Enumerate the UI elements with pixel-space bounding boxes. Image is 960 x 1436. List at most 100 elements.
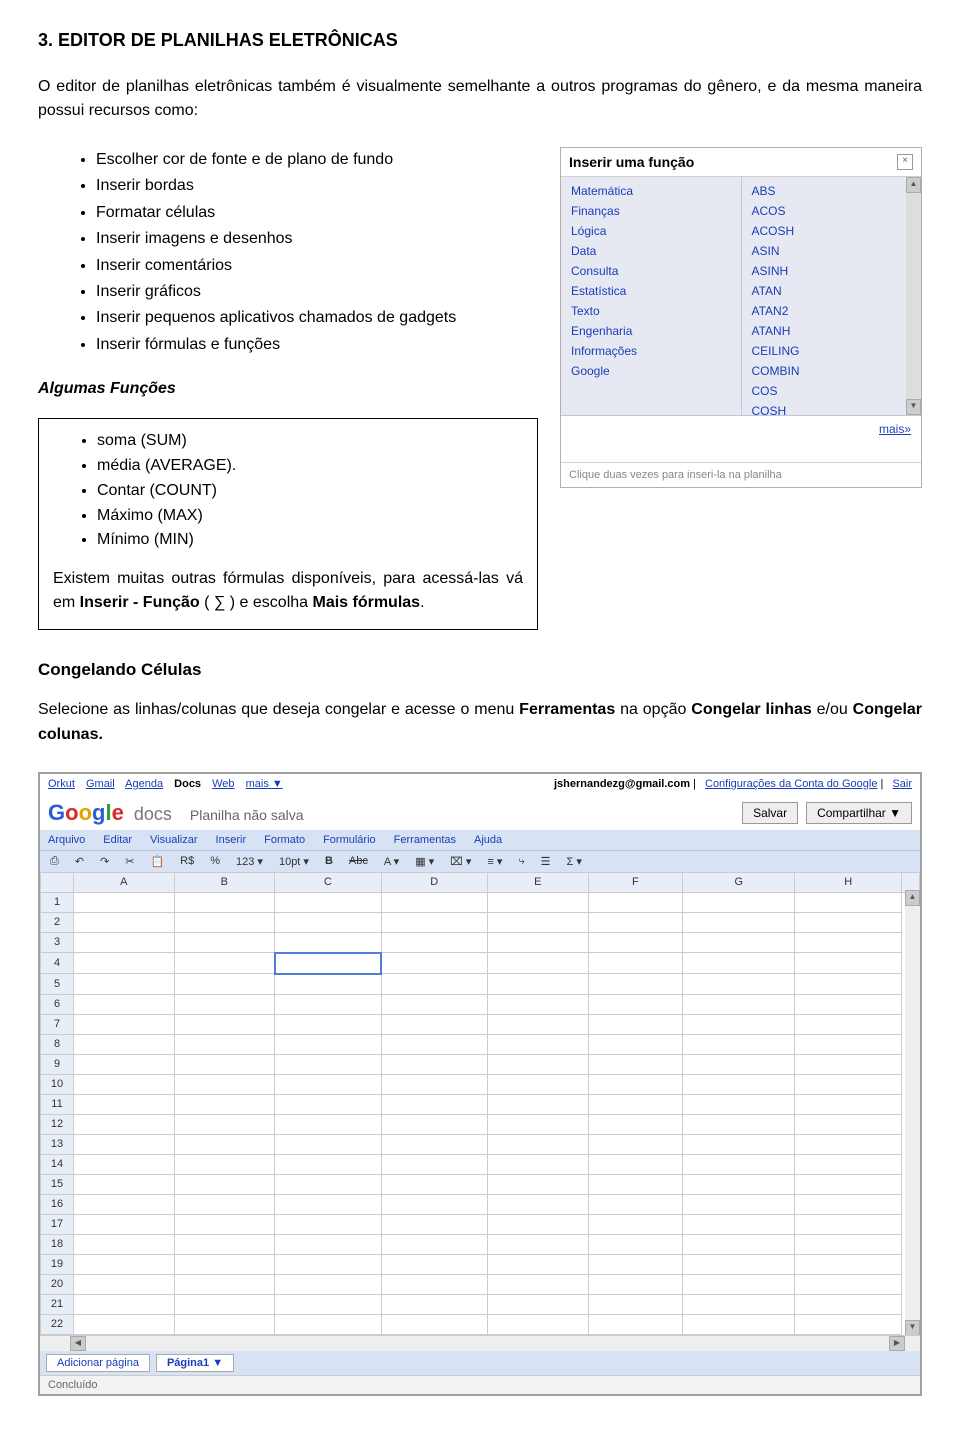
cell[interactable] bbox=[795, 1074, 902, 1094]
cell[interactable] bbox=[588, 1214, 683, 1234]
cell[interactable] bbox=[795, 1114, 902, 1134]
cell[interactable] bbox=[381, 974, 487, 995]
cell[interactable] bbox=[683, 974, 795, 995]
column-header[interactable]: A bbox=[74, 872, 175, 892]
cell[interactable] bbox=[275, 994, 381, 1014]
category-item[interactable]: Lógica bbox=[561, 221, 741, 241]
cell[interactable] bbox=[174, 1054, 275, 1074]
cell[interactable] bbox=[381, 1014, 487, 1034]
cell[interactable] bbox=[174, 1034, 275, 1054]
cell[interactable] bbox=[381, 1114, 487, 1134]
cell[interactable] bbox=[381, 1194, 487, 1214]
function-name-item[interactable]: COS bbox=[742, 381, 922, 401]
cell[interactable] bbox=[381, 1214, 487, 1234]
cell[interactable] bbox=[74, 1054, 175, 1074]
scrollbar[interactable]: ▲ ▼ bbox=[906, 177, 921, 415]
cell[interactable] bbox=[381, 892, 487, 912]
column-header[interactable]: E bbox=[487, 872, 588, 892]
merge-button[interactable]: ⤷ bbox=[514, 854, 528, 869]
cell[interactable] bbox=[795, 1254, 902, 1274]
cell[interactable] bbox=[381, 1154, 487, 1174]
cell[interactable] bbox=[275, 1134, 381, 1154]
cell[interactable] bbox=[683, 912, 795, 932]
cell[interactable] bbox=[588, 1034, 683, 1054]
cell[interactable] bbox=[683, 1114, 795, 1134]
print-icon[interactable]: ⎙ bbox=[46, 854, 63, 869]
menu-item[interactable]: Formulário bbox=[323, 834, 376, 846]
menu-item[interactable]: Ajuda bbox=[474, 834, 502, 846]
cell[interactable] bbox=[381, 994, 487, 1014]
more-link[interactable]: mais» bbox=[879, 422, 911, 436]
cell[interactable] bbox=[74, 953, 175, 974]
cell[interactable] bbox=[683, 892, 795, 912]
function-name-item[interactable]: ATANH bbox=[742, 321, 922, 341]
cell[interactable] bbox=[588, 892, 683, 912]
cell[interactable] bbox=[174, 1254, 275, 1274]
cell[interactable] bbox=[795, 932, 902, 953]
cell[interactable] bbox=[487, 1014, 588, 1034]
function-name-item[interactable]: ACOS bbox=[742, 201, 922, 221]
topbar-link[interactable]: Configurações da Conta do Google bbox=[705, 778, 877, 790]
cell[interactable] bbox=[795, 1234, 902, 1254]
cell[interactable] bbox=[275, 1074, 381, 1094]
column-header[interactable]: H bbox=[795, 872, 902, 892]
cell[interactable] bbox=[174, 1194, 275, 1214]
cell[interactable] bbox=[381, 1174, 487, 1194]
cell[interactable] bbox=[174, 912, 275, 932]
cell[interactable] bbox=[487, 1114, 588, 1134]
row-header[interactable]: 9 bbox=[41, 1054, 74, 1074]
cell[interactable] bbox=[275, 1054, 381, 1074]
cell[interactable] bbox=[683, 1194, 795, 1214]
cell[interactable] bbox=[275, 1034, 381, 1054]
cell[interactable] bbox=[588, 1154, 683, 1174]
row-header[interactable]: 19 bbox=[41, 1254, 74, 1274]
redo-icon[interactable]: ↷ bbox=[96, 854, 113, 869]
spreadsheet-grid[interactable]: ABCDEFGH12345678910111213141516171819202… bbox=[40, 872, 920, 1351]
cell[interactable] bbox=[795, 974, 902, 995]
category-item[interactable]: Engenharia bbox=[561, 321, 741, 341]
cell[interactable] bbox=[74, 1294, 175, 1314]
menu-item[interactable]: Editar bbox=[103, 834, 132, 846]
cell[interactable] bbox=[174, 1274, 275, 1294]
row-header[interactable]: 18 bbox=[41, 1234, 74, 1254]
function-name-item[interactable]: COMBIN bbox=[742, 361, 922, 381]
currency-button[interactable]: R$ bbox=[176, 854, 198, 868]
cell[interactable] bbox=[683, 1254, 795, 1274]
cell[interactable] bbox=[683, 1214, 795, 1234]
scroll-right-icon[interactable]: ▶ bbox=[889, 1336, 905, 1351]
cell[interactable] bbox=[795, 1014, 902, 1034]
cell[interactable] bbox=[683, 1094, 795, 1114]
cell[interactable] bbox=[683, 1054, 795, 1074]
cell[interactable] bbox=[487, 1054, 588, 1074]
category-item[interactable]: Matemática bbox=[561, 181, 741, 201]
cell[interactable] bbox=[683, 1134, 795, 1154]
cell[interactable] bbox=[588, 1294, 683, 1314]
text-color-button[interactable]: A ▾ bbox=[380, 854, 403, 869]
cell[interactable] bbox=[588, 1274, 683, 1294]
cell[interactable] bbox=[487, 1134, 588, 1154]
cell[interactable] bbox=[74, 1214, 175, 1234]
category-item[interactable]: Consulta bbox=[561, 261, 741, 281]
row-header[interactable]: 7 bbox=[41, 1014, 74, 1034]
column-header[interactable]: G bbox=[683, 872, 795, 892]
wrap-button[interactable]: ☰ bbox=[537, 854, 555, 869]
cell[interactable] bbox=[795, 1274, 902, 1294]
cell[interactable] bbox=[174, 953, 275, 974]
row-header[interactable]: 8 bbox=[41, 1034, 74, 1054]
row-header[interactable]: 22 bbox=[41, 1314, 74, 1334]
cell[interactable] bbox=[74, 932, 175, 953]
cell[interactable] bbox=[275, 1094, 381, 1114]
cell[interactable] bbox=[74, 1094, 175, 1114]
row-header[interactable]: 6 bbox=[41, 994, 74, 1014]
cell[interactable] bbox=[795, 1194, 902, 1214]
cell[interactable] bbox=[381, 1234, 487, 1254]
cell[interactable] bbox=[174, 1154, 275, 1174]
cell[interactable] bbox=[381, 953, 487, 974]
cell[interactable] bbox=[174, 1294, 275, 1314]
scroll-up-icon[interactable]: ▲ bbox=[906, 177, 921, 193]
cell[interactable] bbox=[381, 1294, 487, 1314]
cell[interactable] bbox=[174, 1314, 275, 1334]
cell[interactable] bbox=[588, 1114, 683, 1134]
cell[interactable] bbox=[588, 1014, 683, 1034]
cell[interactable] bbox=[381, 1054, 487, 1074]
